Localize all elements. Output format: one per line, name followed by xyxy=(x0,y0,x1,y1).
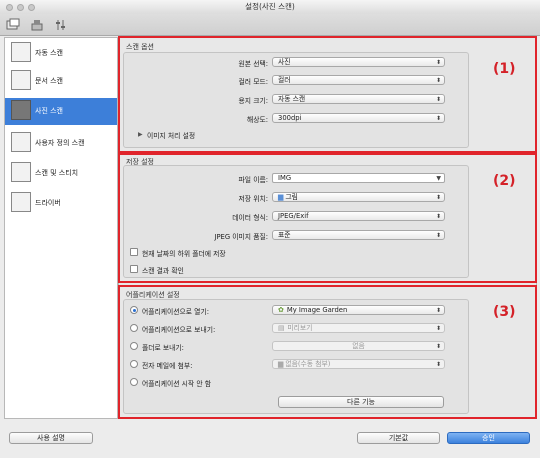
scan-options-title: 스캔 옵션 xyxy=(126,43,154,51)
do-not-start-app-radio[interactable] xyxy=(130,378,138,386)
open-with-app-label: 어플리케이션으로 열기: xyxy=(142,308,209,316)
source-label: 원본 선택: xyxy=(238,60,268,68)
source-select[interactable]: 사진 ⬍ xyxy=(272,57,445,67)
sidebar-item-document-scan[interactable]: 문서 스캔 xyxy=(5,68,117,95)
app-settings-title: 어플리케이션 설정 xyxy=(126,291,180,299)
chevron-updown-icon: ⬍ xyxy=(435,343,441,350)
send-to-app-radio[interactable] xyxy=(130,324,138,332)
resolution-label: 해상도: xyxy=(246,116,268,124)
sidebar-item-label: 문서 스캔 xyxy=(35,77,63,85)
check-result-checkbox[interactable] xyxy=(130,265,138,273)
subfolder-checkbox-label: 현재 날짜의 하위 폴더에 저장 xyxy=(142,250,226,258)
color-mode-label: 컬러 모드: xyxy=(238,78,268,86)
attach-to-email-radio[interactable] xyxy=(130,360,138,368)
save-in-select[interactable]: ▆ 그림 ⬍ xyxy=(272,192,445,202)
sidebar: 자동 스캔 문서 스캔 사진 스캔 사용자 정의 스캔 스캔 및 스티치 드라이… xyxy=(4,37,118,419)
chevron-updown-icon: ⬍ xyxy=(435,325,441,332)
data-format-label: 데이터 형식: xyxy=(232,214,268,222)
send-to-folder-select: 없음 ⬍ xyxy=(272,341,445,351)
scan-options-marker: (1) xyxy=(493,61,516,77)
sidebar-item-label: 사진 스캔 xyxy=(35,107,63,115)
dropdown-arrow-icon[interactable]: ▼ xyxy=(436,174,441,183)
sidebar-item-label: 자동 스캔 xyxy=(35,49,63,57)
do-not-start-app-label: 어플리케이션 시작 안 함 xyxy=(142,380,212,388)
sidebar-item-custom-scan[interactable]: 사용자 정의 스캔 xyxy=(5,130,117,157)
chevron-updown-icon: ⬍ xyxy=(435,232,441,239)
jpeg-quality-select[interactable]: 표준 ⬍ xyxy=(272,230,445,240)
check-result-checkbox-label: 스캔 결과 확인 xyxy=(142,267,184,275)
resolution-select[interactable]: 300dpi ⬍ xyxy=(272,113,445,123)
toolbar xyxy=(0,14,540,36)
window-title: 설정(사진 스캔) xyxy=(0,0,540,14)
photo-scan-icon xyxy=(11,100,31,120)
subfolder-checkbox[interactable] xyxy=(130,248,138,256)
sidebar-item-photo-scan[interactable]: 사진 스캔 xyxy=(5,98,117,125)
driver-icon xyxy=(11,192,31,212)
folder-icon: ▆ xyxy=(278,360,284,368)
ok-button[interactable]: 승인 xyxy=(447,432,530,444)
image-processing-settings-label[interactable]: 이미지 처리 설정 xyxy=(147,130,195,140)
sidebar-item-auto-scan[interactable]: 자동 스캔 xyxy=(5,40,117,67)
chevron-updown-icon: ⬍ xyxy=(435,213,441,220)
folder-icon: ▆ xyxy=(278,193,284,201)
attach-to-email-label: 전자 메일에 첨부: xyxy=(142,362,193,370)
open-with-app-select[interactable]: ✿ My Image Garden ⬍ xyxy=(272,305,445,315)
sidebar-item-label: 스캔 및 스티치 xyxy=(35,169,79,177)
document-scan-icon xyxy=(11,70,31,90)
send-to-folder-label: 폴더로 보내기: xyxy=(142,344,184,352)
sidebar-item-driver[interactable]: 드라이버 xyxy=(5,190,117,217)
chevron-updown-icon: ⬍ xyxy=(435,307,441,314)
open-with-app-radio[interactable] xyxy=(130,306,138,314)
more-functions-button[interactable]: 다른 기능 xyxy=(278,396,444,408)
defaults-button[interactable]: 기본값 xyxy=(357,432,440,444)
send-to-app-select: ▤ 미리보기 ⬍ xyxy=(272,323,445,333)
chevron-updown-icon: ⬍ xyxy=(435,115,441,122)
paper-size-select[interactable]: 자동 스캔 ⬍ xyxy=(272,94,445,104)
save-in-label: 저장 위치: xyxy=(238,195,268,203)
sidebar-item-label: 드라이버 xyxy=(35,199,61,207)
instructions-button[interactable]: 사용 설명 xyxy=(9,432,93,444)
chevron-updown-icon: ⬍ xyxy=(435,59,441,66)
color-mode-select[interactable]: 컬러 ⬍ xyxy=(272,75,445,85)
chevron-updown-icon: ⬍ xyxy=(435,361,441,368)
zoom-window-button[interactable] xyxy=(28,4,35,11)
save-settings-marker: (2) xyxy=(493,173,516,189)
paper-size-label: 용지 크기: xyxy=(238,97,268,105)
custom-scan-icon xyxy=(11,132,31,152)
chevron-updown-icon: ⬍ xyxy=(435,96,441,103)
my-image-garden-icon: ✿ xyxy=(278,306,284,314)
jpeg-quality-label: JPEG 이미지 품질: xyxy=(214,233,268,241)
preview-app-icon: ▤ xyxy=(278,324,285,332)
sidebar-item-scan-and-stitch[interactable]: 스캔 및 스티치 xyxy=(5,160,117,187)
app-settings-marker: (3) xyxy=(493,304,516,320)
auto-scan-icon xyxy=(11,42,31,62)
scan-and-stitch-icon xyxy=(11,162,31,182)
scan-from-operation-panel-icon[interactable] xyxy=(30,18,44,32)
attach-to-email-select: ▆ 없음(수동 첨부) ⬍ xyxy=(272,359,445,369)
chevron-updown-icon: ⬍ xyxy=(435,194,441,201)
chevron-updown-icon: ⬍ xyxy=(435,77,441,84)
send-to-app-label: 어플리케이션으로 보내기: xyxy=(142,326,216,334)
send-to-folder-radio[interactable] xyxy=(130,342,138,350)
scan-from-computer-icon[interactable] xyxy=(6,18,20,32)
file-name-label: 파일 이름: xyxy=(238,176,268,184)
file-name-combo[interactable]: IMG ▼ xyxy=(272,173,445,183)
disclosure-triangle-icon[interactable]: ▶ xyxy=(138,131,143,138)
minimize-window-button[interactable] xyxy=(17,4,24,11)
data-format-select[interactable]: JPEG/Exif ⬍ xyxy=(272,211,445,221)
close-window-button[interactable] xyxy=(6,4,13,11)
general-settings-icon[interactable] xyxy=(54,18,68,32)
sidebar-item-label: 사용자 정의 스캔 xyxy=(35,139,85,147)
save-settings-title: 저장 설정 xyxy=(126,158,154,166)
